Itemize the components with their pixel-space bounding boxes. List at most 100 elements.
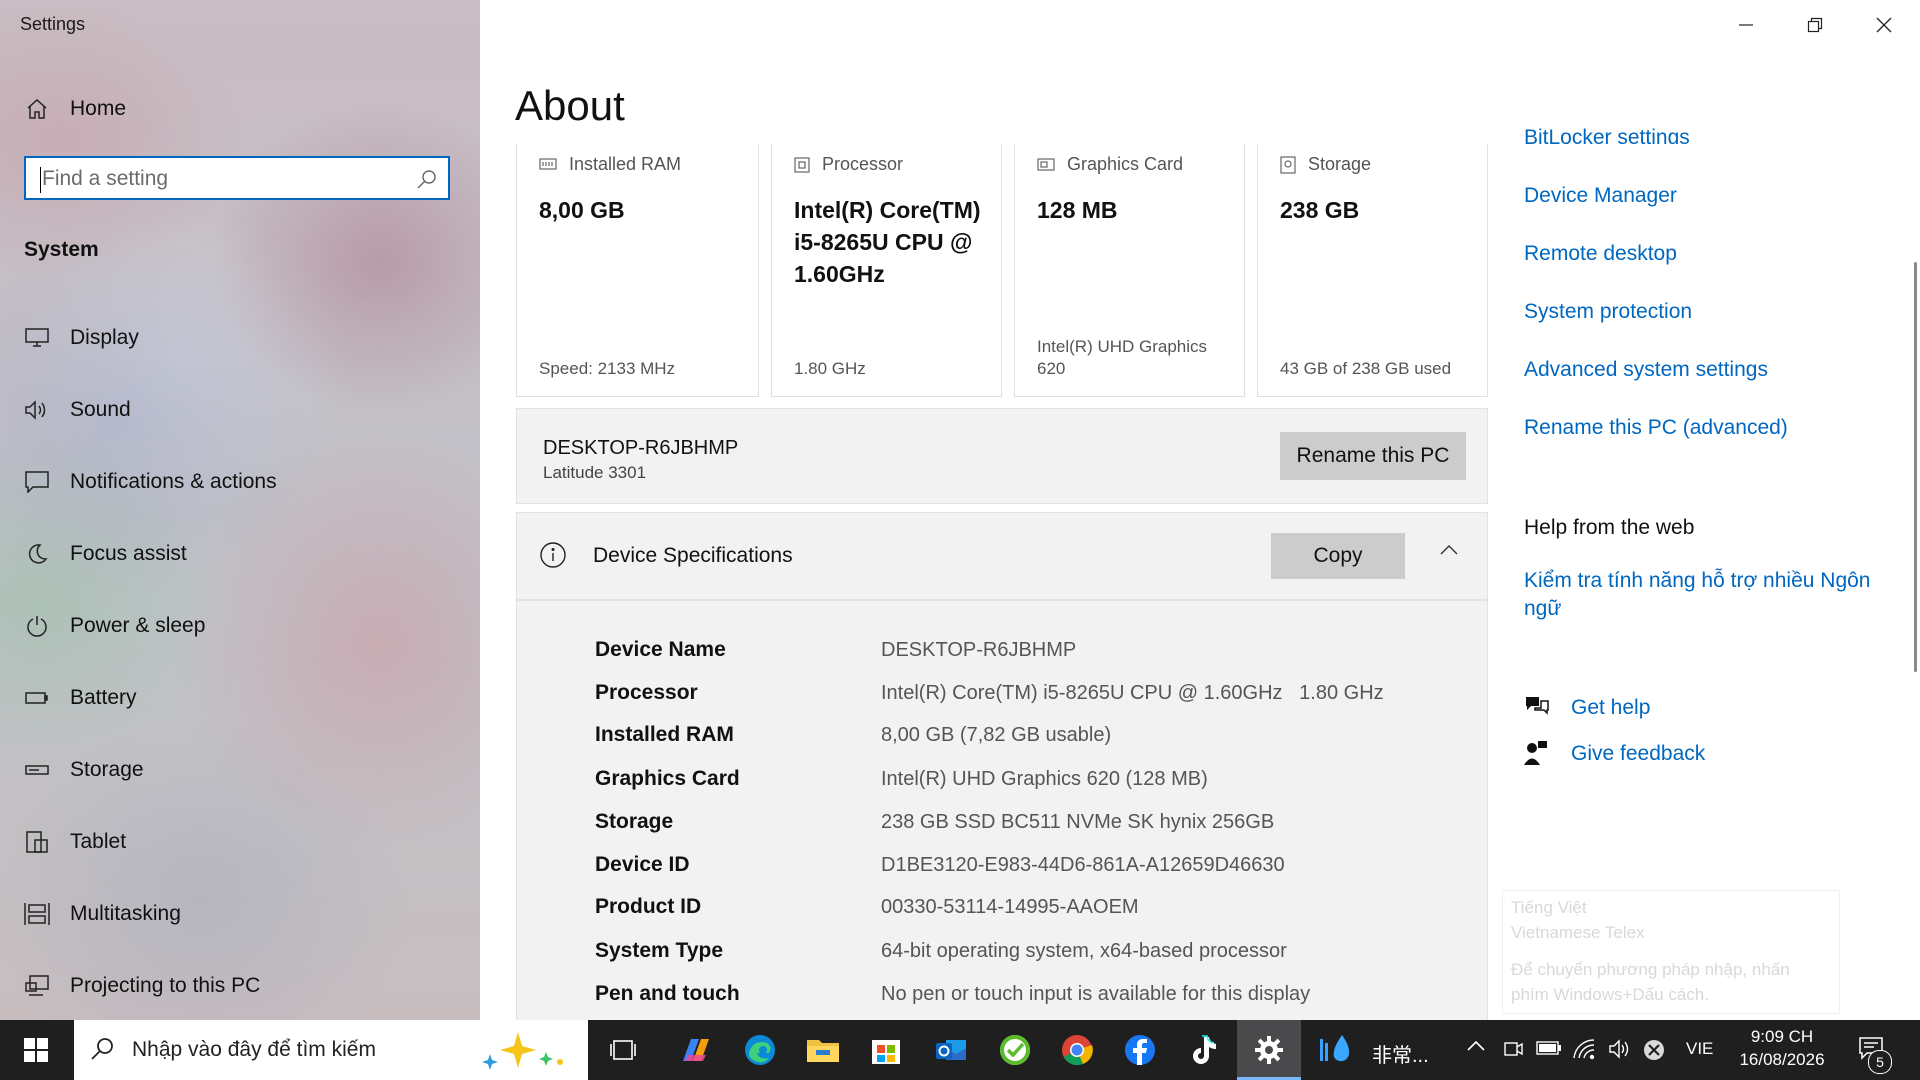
scrollbar-thumb[interactable] xyxy=(1914,262,1917,672)
spec-value: No pen or touch input is available for t… xyxy=(881,982,1311,1005)
system-protection-link[interactable]: System protection xyxy=(1524,300,1692,324)
copilot-icon[interactable] xyxy=(676,1030,716,1070)
card-value: 8,00 GB xyxy=(539,197,625,223)
chevron-up-icon[interactable] xyxy=(1439,543,1459,562)
storage-icon xyxy=(22,764,52,776)
rename-pc-advanced-link[interactable]: Rename this PC (advanced) xyxy=(1524,416,1788,440)
card-label: Processor xyxy=(822,154,904,174)
edge-icon[interactable] xyxy=(740,1030,780,1070)
search-input[interactable]: Find a setting xyxy=(24,156,450,200)
sidebar-item-display[interactable]: Display xyxy=(0,309,480,367)
spec-value: D1BE3120-E983-44D6-861A-A12659D46630 xyxy=(881,853,1285,876)
sidebar-item-label: Storage xyxy=(70,758,144,781)
card-value: 238 GB xyxy=(1280,197,1360,223)
restore-icon xyxy=(1807,17,1823,33)
sidebar-item-power-sleep[interactable]: Power & sleep xyxy=(0,597,480,655)
close-icon xyxy=(1876,17,1892,33)
minimize-button[interactable] xyxy=(1718,8,1774,42)
chevron-up-icon[interactable] xyxy=(1466,1039,1486,1058)
card-sub: 43 GB of 238 GB used xyxy=(1280,359,1452,378)
nav-home-label: Home xyxy=(70,97,127,120)
give-feedback-link[interactable]: Give feedback xyxy=(1571,742,1705,766)
language-indicator[interactable]: VIE xyxy=(1686,1039,1713,1059)
search-highlight-icon xyxy=(478,1028,578,1077)
tiktok-icon[interactable] xyxy=(1183,1030,1223,1070)
language-support-link[interactable]: Kiểm tra tính năng hỗ trợ nhiều Ngôn ngữ xyxy=(1524,567,1884,623)
bitlocker-link[interactable]: BitLocker settings xyxy=(1524,126,1690,144)
spec-row: Graphics Card Intel(R) UHD Graphics 620 (… xyxy=(595,764,1208,794)
spec-title: Device Specifications xyxy=(593,544,793,567)
chrome-icon[interactable] xyxy=(1057,1030,1097,1070)
taskbar-search[interactable]: Nhập vào đây để tìm kiếm xyxy=(74,1020,588,1080)
restore-button[interactable] xyxy=(1787,8,1843,42)
spec-row: System Type 64-bit operating system, x64-… xyxy=(595,936,1287,966)
network-icon[interactable] xyxy=(1572,1038,1596,1065)
card-graphics: Graphics Card 128 MB Intel(R) UHD Graphi… xyxy=(1014,144,1245,397)
spec-row: Processor Intel(R) Core(TM) i5-8265U CPU … xyxy=(595,678,1384,708)
search-placeholder: Find a setting xyxy=(42,167,169,190)
ime-off-icon[interactable] xyxy=(1642,1038,1666,1067)
settings-taskbar-button[interactable] xyxy=(1237,1020,1301,1080)
advanced-system-settings-link[interactable]: Advanced system settings xyxy=(1524,358,1768,382)
spec-row: Product ID 00330-53114-14995-AAOEM xyxy=(595,892,1139,922)
running-app-label[interactable]: 非常... xyxy=(1372,1039,1429,1068)
sidebar-item-battery[interactable]: Battery xyxy=(0,669,480,727)
sidebar-item-label: Display xyxy=(70,326,139,349)
card-installed-ram: Installed RAM 8,00 GB Speed: 2133 MHz xyxy=(516,144,759,397)
help-from-web-heading: Help from the web xyxy=(1524,516,1695,539)
spec-row: Device ID D1BE3120-E983-44D6-861A-A12659D… xyxy=(595,850,1285,880)
pc-model: Latitude 3301 xyxy=(543,463,647,482)
sidebar-item-sound[interactable]: Sound xyxy=(0,381,480,439)
settings-icon xyxy=(1255,1036,1283,1064)
sidebar-item-tablet[interactable]: Tablet xyxy=(0,813,480,871)
graphics-card-icon xyxy=(1037,157,1055,171)
copy-button[interactable]: Copy xyxy=(1271,533,1405,579)
sidebar-item-notifications[interactable]: Notifications & actions xyxy=(0,453,480,511)
clock[interactable]: 9:09 CH 16/08/2026 xyxy=(1720,1026,1844,1072)
search-icon[interactable] xyxy=(416,168,438,195)
microsoft-store-icon[interactable] xyxy=(866,1030,906,1070)
spec-key: Pen and touch xyxy=(595,982,740,1005)
spec-value: 00330-53114-14995-AAOEM xyxy=(881,895,1139,918)
close-button[interactable] xyxy=(1856,8,1912,42)
processor-icon xyxy=(794,156,810,173)
device-specifications-panel: Device Specifications Copy Device Name DE… xyxy=(516,512,1488,1020)
get-help-link[interactable]: Get help xyxy=(1571,696,1650,720)
spec-value: 238 GB SSD BC511 NVMe SK hynix 256GB xyxy=(881,810,1275,833)
water-app-icon[interactable] xyxy=(1316,1030,1356,1070)
spec-row: Device Name DESKTOP-R6JBHMP xyxy=(595,635,1076,665)
spec-key: Product ID xyxy=(595,895,702,918)
sidebar-item-label: Focus assist xyxy=(70,542,187,565)
nav-home[interactable]: Home xyxy=(0,80,480,138)
sidebar-item-label: Sound xyxy=(70,398,131,421)
sidebar-item-label: Battery xyxy=(70,686,137,709)
card-processor: Processor Intel(R) Core(TM) i5-8265U CPU… xyxy=(771,144,1002,397)
volume-icon[interactable] xyxy=(1608,1038,1632,1065)
facebook-icon[interactable] xyxy=(1120,1030,1160,1070)
start-button[interactable] xyxy=(16,1030,56,1070)
spec-value: Intel(R) Core(TM) i5-8265U CPU @ 1.60GHz… xyxy=(881,681,1384,704)
file-explorer-icon[interactable] xyxy=(803,1030,843,1070)
sidebar-item-label: Projecting to this PC xyxy=(70,974,261,997)
task-view-icon[interactable] xyxy=(603,1030,643,1070)
sidebar-item-multitasking[interactable]: Multitasking xyxy=(0,885,480,943)
sidebar-item-projecting[interactable]: Projecting to this PC xyxy=(0,957,480,1015)
clock-time: 9:09 CH xyxy=(1750,1027,1814,1046)
remote-desktop-link[interactable]: Remote desktop xyxy=(1524,242,1677,266)
green-app-icon[interactable] xyxy=(995,1030,1035,1070)
battery-tray-icon[interactable] xyxy=(1536,1040,1562,1061)
rename-pc-button[interactable]: Rename this PC xyxy=(1280,432,1466,480)
spec-value: 64-bit operating system, x64-based proce… xyxy=(881,939,1287,962)
text-caret xyxy=(40,167,41,193)
sidebar-item-storage[interactable]: Storage xyxy=(0,741,480,799)
speaker-icon xyxy=(22,399,52,421)
home-icon xyxy=(22,97,52,121)
meet-now-icon[interactable] xyxy=(1502,1038,1524,1065)
outlook-icon[interactable] xyxy=(931,1030,971,1070)
device-manager-link[interactable]: Device Manager xyxy=(1524,184,1677,208)
ime-line: Vietnamese Telex xyxy=(1511,923,1645,942)
sidebar-item-focus-assist[interactable]: Focus assist xyxy=(0,525,480,583)
spec-header[interactable]: Device Specifications Copy xyxy=(517,513,1487,601)
sidebar-item-label: Power & sleep xyxy=(70,614,206,637)
card-sub: Speed: 2133 MHz xyxy=(539,359,676,378)
